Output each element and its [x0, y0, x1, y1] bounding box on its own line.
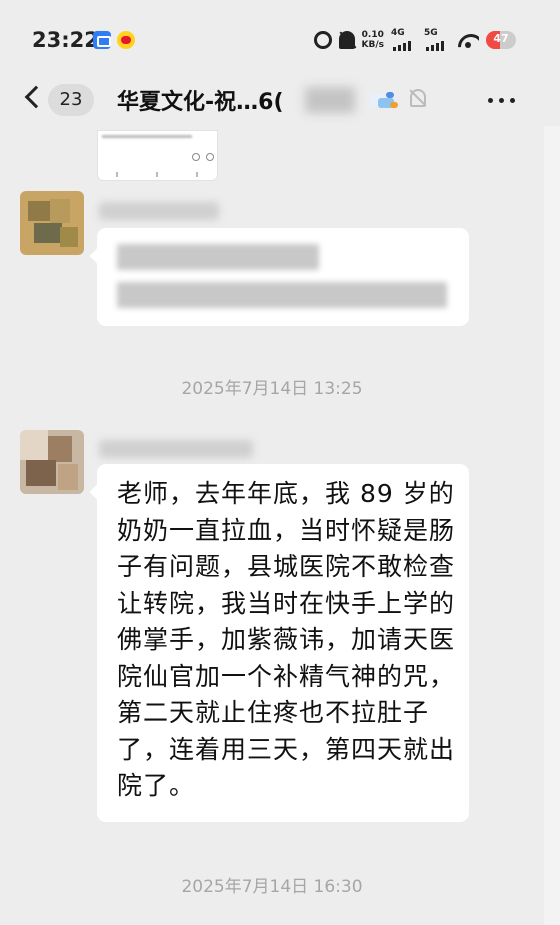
status-time: 23:22 — [32, 28, 99, 52]
mute-icon — [338, 31, 355, 49]
redacted-sender-name — [99, 202, 219, 220]
network-speed: 0.10 KB/s — [362, 30, 384, 50]
avatar[interactable] — [20, 430, 84, 494]
message-bubble-redacted[interactable] — [89, 228, 469, 326]
signal-sim1-icon: 4G — [391, 28, 417, 51]
chat-title[interactable]: 华夏文化-祝…6( — [117, 84, 284, 116]
network-speed-value: 0.10 — [361, 30, 384, 40]
status-bar: 23:22 0.10 KB/s 4G 5G 47 — [0, 0, 560, 80]
timestamp: 2025年7月14日 16:30 — [181, 877, 363, 897]
weibo-icon — [117, 31, 135, 49]
group-emoji-icon — [366, 86, 402, 116]
sim1-label: 4G — [391, 28, 405, 38]
signal-sim2-icon: 5G — [424, 28, 450, 51]
timestamp: 2025年7月14日 13:25 — [181, 379, 363, 399]
avatar[interactable] — [20, 191, 84, 255]
bell-off-icon — [410, 89, 426, 107]
message-bubble[interactable]: 老师，去年年底，我 89 岁的奶奶一直拉血，当时怀疑是肠子有问题，县城医院不敢检… — [89, 464, 469, 822]
sim2-label: 5G — [424, 28, 438, 38]
chat-header: 23 华夏文化-祝…6( — [0, 80, 560, 126]
chevron-left-icon[interactable] — [24, 85, 48, 109]
image-message-thumbnail[interactable] — [97, 130, 218, 181]
more-horizontal-icon[interactable] — [488, 98, 515, 103]
unread-count-badge[interactable]: 23 — [48, 84, 94, 116]
network-speed-unit: KB/s — [361, 40, 384, 50]
battery-icon: 47 — [486, 31, 516, 49]
right-edge-panel — [544, 126, 560, 925]
message-text: 老师，去年年底，我 89 岁的奶奶一直拉血，当时怀疑是肠子有问题，县城医院不敢检… — [117, 479, 456, 800]
battery-level: 47 — [493, 32, 509, 45]
status-icons: 0.10 KB/s 4G 5G 47 — [313, 26, 516, 54]
redacted-sender-name — [99, 440, 253, 458]
redacted-title-part — [305, 87, 355, 113]
notification-app-icon — [93, 31, 111, 49]
wifi-icon — [457, 31, 479, 49]
alarm-icon — [313, 31, 332, 49]
